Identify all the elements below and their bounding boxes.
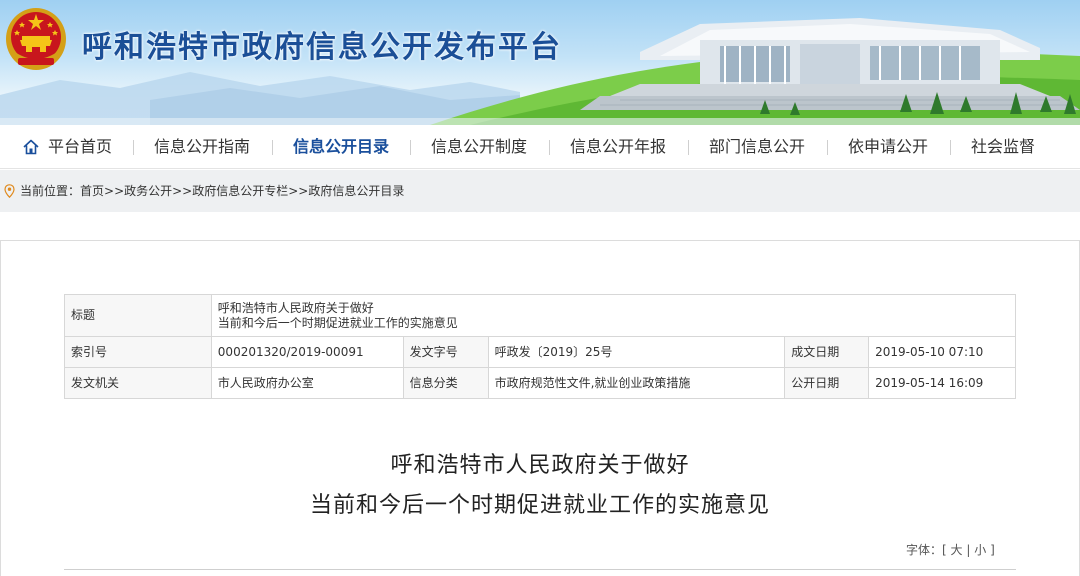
title-value: 呼和浩特市人民政府关于做好 当前和今后一个时期促进就业工作的实施意见	[210, 294, 1017, 337]
font-size-control: 字体：[ 大 | 小 ]	[906, 541, 995, 558]
document-metadata-table: 标题 呼和浩特市人民政府关于做好 当前和今后一个时期促进就业工作的实施意见 索引…	[64, 294, 1017, 399]
font-large-button[interactable]: 大	[951, 543, 963, 557]
national-emblem	[6, 8, 66, 70]
table-row: 标题 呼和浩特市人民政府关于做好 当前和今后一个时期促进就业工作的实施意见	[64, 294, 1017, 337]
category-value: 市政府规范性文件,就业创业政策措施	[487, 367, 786, 399]
table-row: 索引号 000201320/2019-00091 发文字号 呼政发〔2019〕2…	[64, 336, 1016, 368]
docno-label: 发文字号	[402, 336, 489, 368]
nav-item-system[interactable]: 信息公开制度	[431, 125, 527, 169]
breadcrumb-path[interactable]: 首页>>政务公开>>政府信息公开专栏>>政府信息公开目录	[80, 184, 404, 198]
issuer-label: 发文机关	[64, 367, 212, 399]
category-label: 信息分类	[402, 367, 489, 399]
title-label: 标题	[64, 294, 212, 337]
created-date-value: 2019-05-10 07:10	[868, 336, 1016, 368]
nav-separator	[549, 140, 550, 155]
nav-item-catalog[interactable]: 信息公开目录	[293, 125, 389, 169]
document-title: 呼和浩特市人民政府关于做好 当前和今后一个时期促进就业工作的实施意见	[0, 446, 1080, 526]
font-small-button[interactable]: 小	[974, 543, 986, 557]
breadcrumb: 当前位置：首页>>政务公开>>政府信息公开专栏>>政府信息公开目录	[0, 170, 1080, 212]
nav-item-supervision[interactable]: 社会监督	[971, 125, 1035, 169]
title-value-line1: 呼和浩特市人民政府关于做好	[217, 300, 374, 315]
document-title-line1: 呼和浩特市人民政府关于做好	[390, 453, 690, 478]
nav-item-guide[interactable]: 信息公开指南	[154, 125, 250, 169]
index-label: 索引号	[64, 336, 212, 368]
nav-separator	[410, 140, 411, 155]
published-date-value: 2019-05-14 16:09	[868, 367, 1016, 399]
issuer-value: 市人民政府办公室	[210, 367, 404, 399]
nav-separator	[688, 140, 689, 155]
docno-value: 呼政发〔2019〕25号	[487, 336, 786, 368]
title-value-line2: 当前和今后一个时期促进就业工作的实施意见	[217, 315, 458, 330]
nav-item-annual-report[interactable]: 信息公开年报	[570, 125, 666, 169]
nav-separator	[950, 140, 951, 155]
font-size-separator: |	[966, 543, 971, 557]
font-size-label: 字体：[	[906, 543, 947, 557]
site-title: 呼和浩特市政府信息公开发布平台	[82, 30, 562, 65]
table-row: 发文机关 市人民政府办公室 信息分类 市政府规范性文件,就业创业政策措施 公开日…	[64, 367, 1016, 399]
breadcrumb-text: 当前位置：首页>>政务公开>>政府信息公开专栏>>政府信息公开目录	[20, 170, 404, 212]
nav-item-department[interactable]: 部门信息公开	[709, 125, 805, 169]
font-size-close: ]	[990, 543, 995, 557]
content-divider	[64, 569, 1016, 570]
nav-separator	[133, 140, 134, 155]
index-value: 000201320/2019-00091	[210, 336, 404, 368]
nav-separator	[272, 140, 273, 155]
nav-item-home[interactable]: 平台首页	[48, 125, 112, 169]
main-nav: 平台首页 信息公开指南 信息公开目录 信息公开制度 信息公开年报 部门信息公开 …	[0, 125, 1080, 169]
created-date-label: 成文日期	[784, 336, 870, 368]
document-title-line2: 当前和今后一个时期促进就业工作的实施意见	[309, 493, 770, 518]
breadcrumb-label: 当前位置：	[20, 184, 81, 198]
published-date-label: 公开日期	[784, 367, 870, 399]
location-pin-icon	[4, 184, 15, 198]
nav-separator	[827, 140, 828, 155]
home-icon[interactable]	[22, 138, 40, 156]
header-banner: 呼和浩特市政府信息公开发布平台	[0, 0, 1080, 125]
nav-item-request[interactable]: 依申请公开	[848, 125, 928, 169]
